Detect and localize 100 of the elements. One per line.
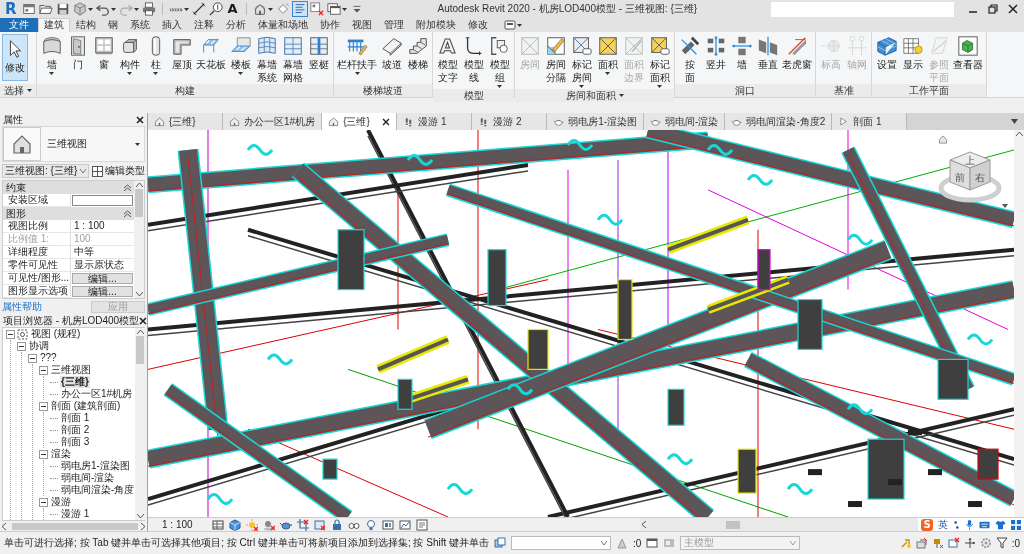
tool-button[interactable]: 按 面 [677,34,702,84]
collapse-icon[interactable] [39,449,48,459]
view-tab[interactable]: 剖面 1 [832,113,908,130]
app-window-icon[interactable] [21,2,36,16]
group-header[interactable]: 约束 [3,181,134,194]
tool-button[interactable]: 窗 [91,34,116,71]
box-stack-icon[interactable] [915,537,928,549]
tool-button[interactable]: 坡道 [379,34,404,71]
scrollbar[interactable] [134,181,144,298]
tree-item[interactable]: 漫游 [50,496,72,508]
pin-x-icon[interactable] [931,537,944,549]
help-link[interactable]: 属性帮助 [2,299,42,314]
sun-icon[interactable] [245,518,258,531]
frame-x-icon[interactable] [947,537,960,549]
tree-item[interactable]: 弱电间渲染-角度 [60,484,136,496]
tool-button[interactable]: 模型 线 [461,34,486,84]
tool-button[interactable]: 竖井 [703,34,728,71]
tool-button[interactable]: 显示 [900,34,925,71]
tool-button[interactable]: 模型 组 [487,34,512,89]
tool-button[interactable]: 幕墙 系统 [254,34,279,84]
tool-button[interactable]: A 模型 文字 [435,34,460,84]
print-icon[interactable] [141,2,156,16]
ribbon-tab[interactable]: 文件 [0,18,38,32]
dotted-circle-icon[interactable] [979,537,992,549]
tree-item[interactable]: {三维} [60,376,90,388]
view-tab[interactable]: 弱电间-渲染 [644,113,726,130]
edit-type-button[interactable]: 编辑类型 [92,164,145,178]
tool-button[interactable]: 楼梯 [405,34,430,71]
squares-icon[interactable] [494,537,507,549]
ribbon-tab[interactable]: 协作 [314,18,346,32]
tool-button[interactable]: 查看器 [952,34,984,71]
crop-icon[interactable] [296,518,309,531]
collapse-icon[interactable] [39,497,48,507]
ribbon-tab[interactable]: 注释 [188,18,220,32]
move-arrows-icon[interactable] [963,537,976,549]
tool-button[interactable]: 老虎窗 [781,34,813,71]
tree-item[interactable]: 弱电房1-渲染图 [60,460,131,472]
list-icon[interactable] [415,518,428,531]
tree-item[interactable]: 协调 [28,340,50,352]
ribbon-tab[interactable]: 分析 [220,18,252,32]
collapse-icon[interactable] [28,353,37,363]
mic-icon[interactable] [965,519,974,530]
ribbon-tab[interactable]: 钢 [102,18,124,32]
collapse-icon[interactable] [6,329,15,339]
ribbon-tab[interactable]: 结构 [70,18,102,32]
close-icon[interactable] [136,115,144,124]
close-icon[interactable] [139,316,148,325]
tree-item[interactable]: ??? [39,352,58,364]
ribbon-tab[interactable]: 插入 [156,18,188,32]
folder-icon[interactable] [38,2,53,16]
view-tab[interactable]: 办公一区1#机房 [223,113,323,130]
tool-button[interactable]: 构件 [117,34,142,76]
tool-button[interactable]: 楼板 [228,34,253,76]
shadow-icon[interactable] [262,518,275,531]
edit-button[interactable]: 编辑... [72,273,133,284]
tree-item[interactable]: 剖面 2 [60,424,91,436]
home-icon[interactable] [938,135,948,144]
tab-menu-icon[interactable] [1011,119,1018,124]
ribbon-tab[interactable]: 系统 [124,18,156,32]
tool-button[interactable]: 屋顶 [169,34,194,71]
ribbon-tab[interactable]: 管理 [378,18,410,32]
view-tab[interactable]: 漫游 1 [397,113,473,130]
table-icon[interactable] [211,518,224,531]
undo-icon[interactable] [95,2,110,16]
dimension-line-icon[interactable] [191,2,206,16]
scrollbar-thumb[interactable] [135,189,143,217]
cube-icon[interactable] [228,518,241,531]
edit-button[interactable]: 编辑... [72,286,133,297]
tool-button[interactable]: 墙 [729,34,754,71]
app-logo[interactable]: R [2,0,20,18]
scrollbar[interactable] [135,328,146,520]
collapse-icon[interactable] [39,401,48,411]
tree-item[interactable]: 漫游 1 [60,508,91,520]
type-selector[interactable]: 三维视图 [2,126,145,162]
grid-icon[interactable] [1011,519,1021,530]
tool-button[interactable]: 墙 [39,34,64,76]
tree-item[interactable]: 办公一区1#机房 [60,388,134,400]
ribbon-tab[interactable]: 修改 [462,18,494,32]
ribbon-tab[interactable]: 视图 [346,18,378,32]
keyboard-icon[interactable] [979,519,990,530]
input-field[interactable] [72,195,133,206]
tool-button[interactable]: 天花板 [195,34,227,71]
view-tab[interactable]: 弱电房1-渲染图 [547,113,645,130]
tool-button[interactable]: 修改 [2,34,28,81]
save-icon[interactable] [55,2,70,16]
tool-button[interactable]: 门 [65,34,90,71]
search-field[interactable] [771,1,954,17]
tree-item[interactable]: 剖面 1 [60,412,91,424]
scrollbar[interactable] [0,521,147,531]
collapse-icon[interactable] [17,341,26,351]
scrollbar[interactable] [1014,130,1024,517]
scrollbar-thumb[interactable] [136,336,145,364]
punctuation-icon[interactable] [953,519,960,530]
input-mode-button[interactable]: 英 [938,518,948,531]
arrow-dot-icon[interactable] [899,537,912,549]
window-icon[interactable] [646,537,659,549]
tree-item[interactable]: 三维视图 [50,364,92,376]
close-icon[interactable] [382,117,391,126]
restore-icon[interactable] [988,4,998,14]
lines-icon[interactable] [292,2,307,16]
